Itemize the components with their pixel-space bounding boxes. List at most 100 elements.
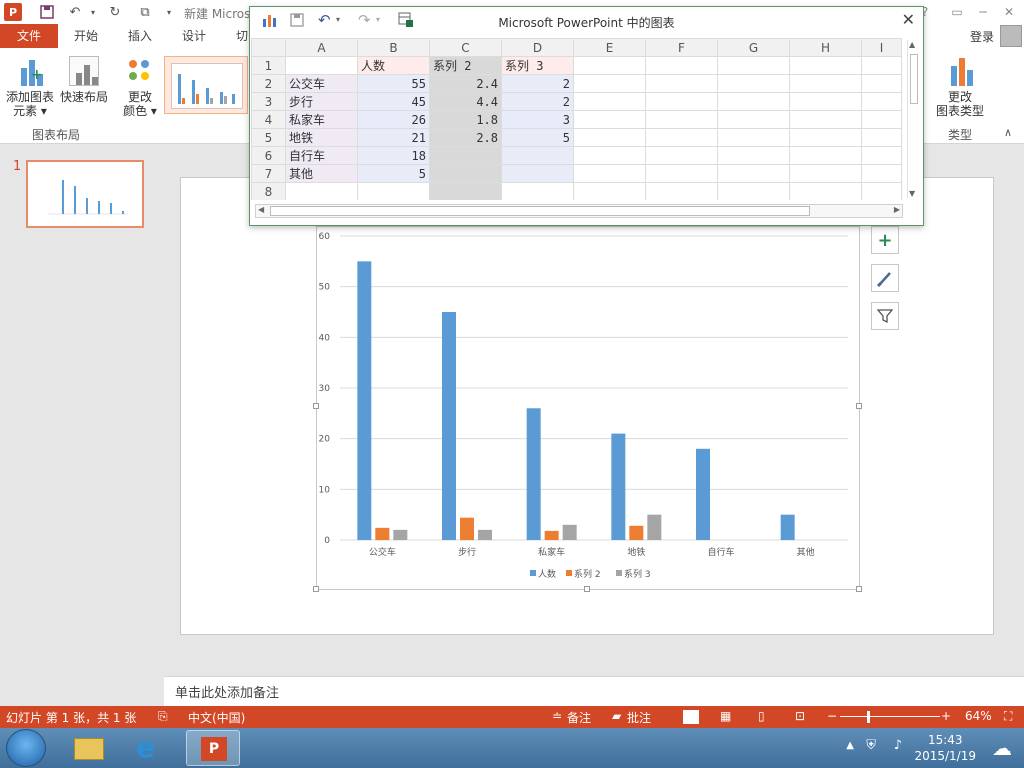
start-button[interactable] bbox=[6, 729, 46, 767]
cell-a4[interactable]: 私家车 bbox=[285, 110, 358, 129]
cell-d6[interactable] bbox=[501, 146, 574, 165]
row-header[interactable]: 4 bbox=[251, 110, 286, 129]
cell[interactable] bbox=[645, 182, 718, 200]
cell-c4[interactable]: 1.8 bbox=[429, 110, 502, 129]
row-header[interactable]: 2 bbox=[251, 74, 286, 93]
chart-styles-button[interactable] bbox=[871, 264, 899, 292]
cell-d5[interactable]: 5 bbox=[501, 128, 574, 147]
cell-c7[interactable] bbox=[429, 164, 502, 183]
cell[interactable] bbox=[717, 92, 790, 111]
cell[interactable] bbox=[717, 56, 790, 75]
cell[interactable] bbox=[789, 164, 862, 183]
cell[interactable] bbox=[573, 182, 646, 200]
horizontal-scroll-thumb[interactable] bbox=[270, 206, 810, 216]
ie-taskbar-icon[interactable]: e bbox=[124, 730, 178, 766]
comments-icon[interactable]: ▰ bbox=[612, 709, 621, 723]
tray-expand-icon[interactable]: ▲ bbox=[846, 740, 854, 751]
cell-c6[interactable] bbox=[429, 146, 502, 165]
column-header-d[interactable]: D bbox=[501, 38, 574, 57]
cell[interactable] bbox=[717, 110, 790, 129]
volume-icon[interactable]: ♪ bbox=[894, 738, 902, 753]
cell-a8[interactable] bbox=[285, 182, 358, 200]
zoom-in-icon[interactable]: + bbox=[941, 709, 951, 723]
cell-b5[interactable]: 21 bbox=[357, 128, 430, 147]
row-header[interactable]: 3 bbox=[251, 92, 286, 111]
slideshow-icon[interactable]: ⊡ bbox=[795, 709, 805, 723]
cell-b7[interactable]: 5 bbox=[357, 164, 430, 183]
column-header-h[interactable]: H bbox=[789, 38, 862, 57]
notes-pane[interactable]: 单击此处添加备注 bbox=[164, 676, 1024, 706]
scroll-up-icon[interactable]: ▲ bbox=[909, 40, 915, 49]
cell[interactable] bbox=[861, 164, 902, 183]
cell[interactable] bbox=[861, 56, 902, 75]
row-header[interactable]: 1 bbox=[251, 56, 286, 75]
notes-toggle-icon[interactable]: ≐ bbox=[552, 709, 562, 723]
cell[interactable] bbox=[717, 128, 790, 147]
cell[interactable] bbox=[573, 164, 646, 183]
cell[interactable] bbox=[717, 164, 790, 183]
cell[interactable] bbox=[789, 92, 862, 111]
select-all-corner[interactable] bbox=[251, 38, 286, 57]
cell-b1[interactable]: 人数 bbox=[357, 56, 430, 75]
language-status[interactable]: 中文(中国) bbox=[188, 709, 245, 726]
column-header-e[interactable]: E bbox=[573, 38, 646, 57]
cell[interactable] bbox=[645, 128, 718, 147]
cell[interactable] bbox=[645, 56, 718, 75]
spreadsheet-grid[interactable]: A B C D E F G H I 1 人数 系列 2 系列 3 2 公交车 5… bbox=[251, 38, 906, 200]
vertical-scroll-thumb[interactable] bbox=[910, 54, 918, 104]
zoom-out-icon[interactable]: − bbox=[827, 709, 837, 723]
row-header[interactable]: 5 bbox=[251, 128, 286, 147]
cell[interactable] bbox=[645, 164, 718, 183]
column-header-f[interactable]: F bbox=[645, 38, 718, 57]
cell[interactable] bbox=[645, 92, 718, 111]
cell-a2[interactable]: 公交车 bbox=[285, 74, 358, 93]
cell-c5[interactable]: 2.8 bbox=[429, 128, 502, 147]
notes-toggle-label[interactable]: 备注 bbox=[567, 709, 591, 726]
row-header[interactable]: 8 bbox=[251, 182, 286, 200]
zoom-slider[interactable] bbox=[840, 716, 940, 717]
scroll-right-icon[interactable]: ▶ bbox=[894, 205, 900, 214]
security-icon[interactable]: ⛨ bbox=[866, 738, 876, 753]
cell[interactable] bbox=[789, 182, 862, 200]
column-header-i[interactable]: I bbox=[861, 38, 902, 57]
close-datasheet-icon[interactable]: ✕ bbox=[902, 10, 915, 29]
cell-a5[interactable]: 地铁 bbox=[285, 128, 358, 147]
cell-d7[interactable] bbox=[501, 164, 574, 183]
cell[interactable] bbox=[645, 110, 718, 129]
weather-icon[interactable]: ☁ bbox=[992, 736, 1012, 760]
chart-filters-button[interactable] bbox=[871, 302, 899, 330]
cell-d8[interactable] bbox=[501, 182, 574, 200]
cell[interactable] bbox=[573, 110, 646, 129]
cell-b6[interactable]: 18 bbox=[357, 146, 430, 165]
cell-c1[interactable]: 系列 2 bbox=[429, 56, 502, 75]
cell[interactable] bbox=[645, 146, 718, 165]
column-header-b[interactable]: B bbox=[357, 38, 430, 57]
cell-c8[interactable] bbox=[429, 182, 502, 200]
powerpoint-taskbar-icon[interactable]: P bbox=[186, 730, 240, 766]
zoom-slider-thumb[interactable] bbox=[867, 711, 870, 723]
cell[interactable] bbox=[573, 74, 646, 93]
cell[interactable] bbox=[717, 182, 790, 200]
cell-c3[interactable]: 4.4 bbox=[429, 92, 502, 111]
row-header[interactable]: 6 bbox=[251, 146, 286, 165]
cell-b2[interactable]: 55 bbox=[357, 74, 430, 93]
normal-view-icon[interactable] bbox=[683, 710, 699, 724]
chart-legend[interactable]: 人数 系列 2 系列 3 bbox=[530, 568, 651, 580]
cell[interactable] bbox=[789, 74, 862, 93]
column-header-a[interactable]: A bbox=[285, 38, 358, 57]
explorer-taskbar-icon[interactable] bbox=[62, 730, 116, 766]
slide-sorter-icon[interactable]: ▦ bbox=[720, 709, 731, 723]
zoom-level[interactable]: 64% bbox=[965, 709, 992, 723]
cell[interactable] bbox=[861, 146, 902, 165]
cell[interactable] bbox=[861, 182, 902, 200]
cell-c2[interactable]: 2.4 bbox=[429, 74, 502, 93]
cell-b3[interactable]: 45 bbox=[357, 92, 430, 111]
horizontal-scrollbar[interactable]: ◀ ▶ bbox=[255, 204, 903, 218]
cell[interactable] bbox=[717, 146, 790, 165]
cell[interactable] bbox=[717, 74, 790, 93]
cell-b4[interactable]: 26 bbox=[357, 110, 430, 129]
cell[interactable] bbox=[645, 74, 718, 93]
fit-slide-icon[interactable]: ⛶ bbox=[1004, 709, 1012, 724]
cell[interactable] bbox=[573, 56, 646, 75]
cell-a3[interactable]: 步行 bbox=[285, 92, 358, 111]
